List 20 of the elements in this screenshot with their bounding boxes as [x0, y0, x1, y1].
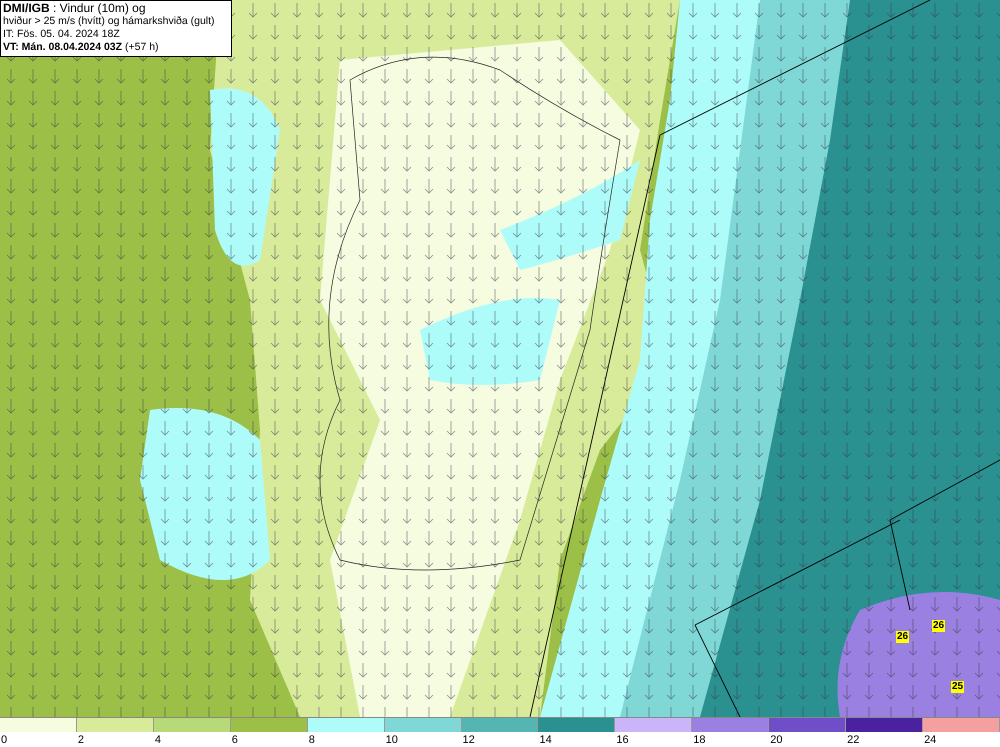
legend-tick-label: 6: [230, 733, 238, 747]
legend-tick-label: 10: [384, 733, 398, 747]
info-text: hviður > 25 m/s (hvítt) og hámarkshviða (gult): [3, 15, 216, 28]
legend-tick-label: 18: [692, 733, 706, 747]
legend-tick-label: 24: [923, 733, 936, 747]
legend-tick-label: 20: [769, 733, 782, 747]
legend-tick-label: 4: [154, 733, 161, 747]
gust-label: 25: [951, 681, 964, 693]
legend-tick-label: 22: [846, 733, 860, 747]
legend-tick-label: 16: [615, 733, 629, 747]
legend-tick-label: 14: [538, 733, 552, 747]
legend-tick-label: 8: [308, 733, 315, 747]
gust-label: 26: [932, 620, 946, 632]
legend-tick-label: 2: [76, 733, 84, 747]
info-text: IT: Fös. 05. 04. 2024 18Z: [3, 28, 121, 41]
info-text: DMI/IGB : Vindur (10m) og: [3, 2, 146, 15]
gust-label: 26: [896, 631, 910, 643]
legend-tick-label: 12: [462, 733, 475, 747]
legend-tick-label: 0: [0, 733, 8, 747]
info-text: VT: Mán. 08.04.2024 03Z (+57 h): [3, 41, 160, 54]
